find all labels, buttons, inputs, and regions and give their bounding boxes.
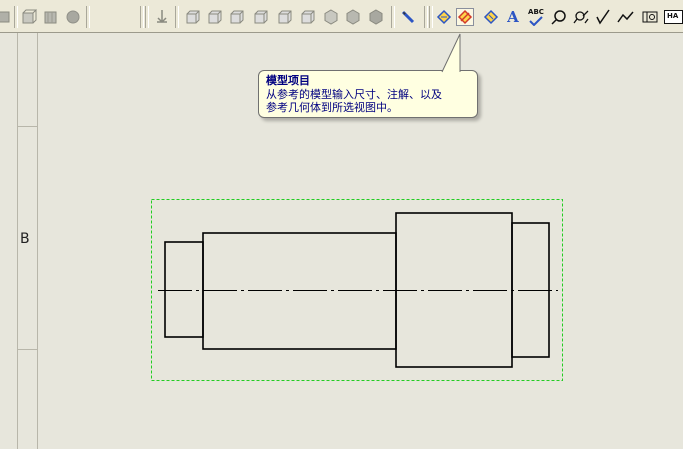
tooltip-description-line-1: 从参考的模型输入尺寸、注解、以及: [266, 88, 442, 101]
tooltip-pointer: [441, 33, 461, 73]
tooltip-description-line-2: 参考几何体到所选视图中。: [266, 101, 398, 114]
model-items-tooltip: 模型项目 从参考的模型输入尺寸、注解、以及 参考几何体到所选视图中。: [258, 33, 478, 118]
tooltip-title: 模型项目: [266, 74, 310, 87]
drawing-sheet: [151, 199, 563, 381]
shaft-step-1: [164, 241, 204, 338]
